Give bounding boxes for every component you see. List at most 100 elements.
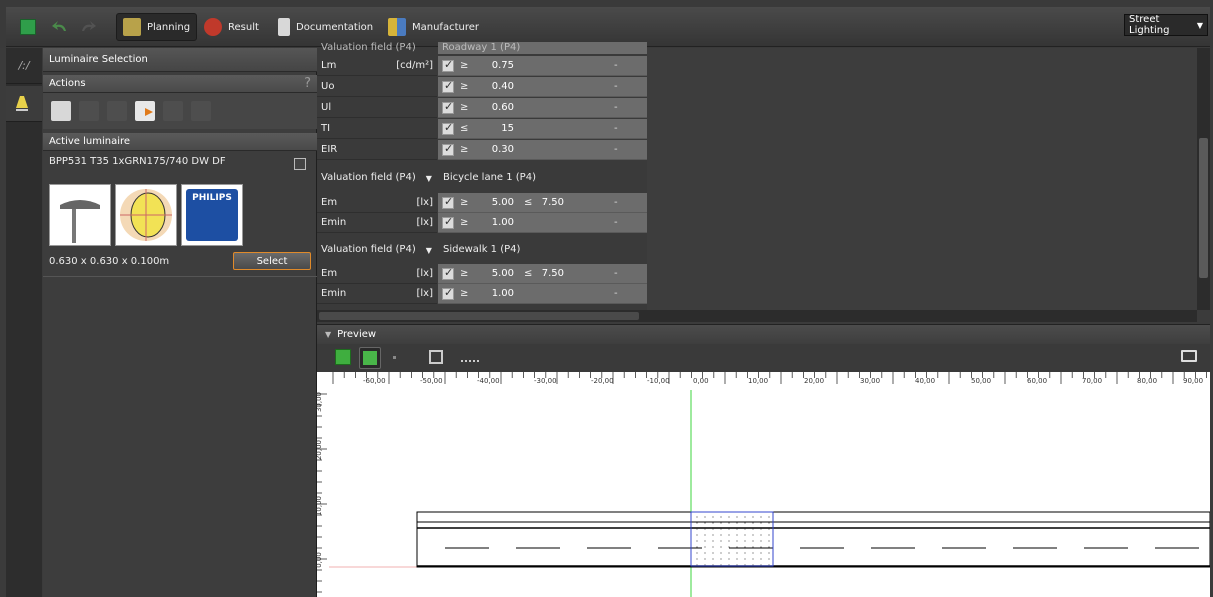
select-button[interactable]: Select	[233, 252, 311, 270]
dots-icon[interactable]	[107, 101, 127, 121]
calculation-point	[712, 534, 714, 536]
tab-manufacturer[interactable]: Manufacturer	[382, 13, 485, 41]
calculation-point	[712, 552, 714, 554]
luminaire-icon[interactable]	[6, 86, 42, 122]
calculation-point	[728, 540, 730, 542]
calculation-point	[696, 564, 698, 566]
ruler-x-label: 10,00	[748, 377, 769, 385]
manufacturer-icon	[388, 18, 406, 36]
calculation-point	[728, 558, 730, 560]
tab-documentation[interactable]: Documentation	[272, 13, 379, 41]
measure-icon[interactable]	[461, 350, 479, 362]
criterion-checkbox[interactable]	[442, 121, 454, 135]
ruler-x-label: -60,00	[363, 377, 386, 385]
criterion-checkbox[interactable]	[442, 266, 454, 280]
undo-icon[interactable]	[50, 19, 70, 35]
criterion-checkbox[interactable]	[442, 286, 454, 300]
calculation-point	[728, 528, 730, 530]
luminaire-name: BPP531 T35 1xGRN175/740 DW DF	[49, 156, 226, 167]
save-icon[interactable]	[20, 19, 36, 35]
luminaire-selection-panel: Luminaire Selection Actions ? Active lum…	[43, 48, 317, 597]
calculation-point	[752, 528, 754, 530]
ruler-x-label: 0,00	[693, 377, 709, 385]
chevron-down-icon[interactable]: ▼	[426, 246, 432, 255]
help-icon[interactable]: ?	[304, 76, 311, 91]
preview-header[interactable]: ▼ Preview	[317, 324, 1210, 344]
import-icon[interactable]	[135, 101, 155, 121]
ruler-x-label: 60,00	[1027, 377, 1048, 385]
preview-canvas[interactable]: -60,00 -50,00 -40,00 -30,00 -20,00 -10,0…	[315, 372, 1210, 597]
criterion-checkbox[interactable]	[442, 215, 454, 229]
calculation-point	[712, 528, 714, 530]
calculation-point	[760, 552, 762, 554]
calculation-point	[760, 546, 762, 548]
road-icon[interactable]: /:/	[6, 48, 42, 84]
valuation-field-name[interactable]: Sidewalk 1 (P4)	[443, 244, 520, 255]
calculation-point	[712, 558, 714, 560]
calculation-point	[728, 564, 730, 566]
calculation-point	[720, 528, 722, 530]
calculation-point	[736, 534, 738, 536]
chevron-down-icon[interactable]: ▼	[426, 174, 432, 183]
philips-logo[interactable]: PHILIPS	[181, 184, 243, 246]
calculation-point	[720, 546, 722, 548]
ruler-x-label: 90,00	[1183, 377, 1204, 385]
zoom-fit-icon[interactable]	[429, 350, 443, 364]
left-mode-strip: /:/	[6, 48, 42, 597]
delete-icon[interactable]	[191, 101, 211, 121]
active-luminaire-header: Active luminaire	[43, 133, 317, 151]
calculation-point	[760, 522, 762, 524]
add-icon[interactable]	[79, 101, 99, 121]
criterion-checkbox[interactable]	[442, 58, 454, 72]
grid-row-emin: Emin[lx] ≥ 1.00 -	[317, 213, 647, 233]
edit-icon[interactable]	[163, 101, 183, 121]
criterion-checkbox[interactable]	[442, 142, 454, 156]
ruler-x-label: 40,00	[915, 377, 936, 385]
calculation-point	[744, 540, 746, 542]
light-distribution-diagram[interactable]	[115, 184, 177, 246]
collapse-icon[interactable]: ▼	[325, 330, 331, 339]
list-icon[interactable]	[51, 101, 71, 121]
grid-row-em: Em[lx] ≥ 5.00 ≤ 7.50 -	[317, 264, 647, 284]
fullscreen-icon[interactable]	[1181, 350, 1197, 362]
3d-view-icon[interactable]	[335, 349, 351, 365]
tab-planning[interactable]: Planning	[116, 13, 198, 41]
tab-result[interactable]: Result	[198, 13, 265, 41]
calculation-point	[736, 522, 738, 524]
vertical-scrollbar[interactable]	[1197, 48, 1210, 310]
horizontal-scrollbar[interactable]	[317, 310, 1197, 322]
calculation-point	[752, 522, 754, 524]
valuation-field-name[interactable]: Bicycle lane 1 (P4)	[443, 172, 536, 183]
calculation-point	[696, 546, 698, 548]
calculation-point	[752, 558, 754, 560]
datasheet-icon[interactable]	[294, 158, 306, 170]
top-bar: Planning Result Documentation Manufactur…	[0, 0, 1213, 48]
ruler-y-label: 30,00	[315, 391, 324, 413]
criterion-checkbox[interactable]	[442, 79, 454, 93]
plan-view-button[interactable]	[359, 347, 381, 369]
calculation-point	[752, 540, 754, 542]
calculation-point	[728, 552, 730, 554]
calculation-point	[736, 564, 738, 566]
separator-dot	[393, 356, 396, 359]
ruler-x-label: 70,00	[1082, 377, 1103, 385]
grid-empty-area	[647, 48, 1197, 310]
calculation-point	[752, 564, 754, 566]
calculation-point	[760, 564, 762, 566]
criterion-checkbox[interactable]	[442, 100, 454, 114]
calculation-point	[704, 546, 706, 548]
ruler-x-label: 50,00	[971, 377, 992, 385]
road-outline	[416, 511, 1210, 568]
redo-icon[interactable]	[78, 19, 98, 35]
ruler-x-label: 20,00	[804, 377, 825, 385]
ruler-x: -60,00 -50,00 -40,00 -30,00 -20,00 -10,0…	[317, 372, 1210, 390]
calculation-point	[704, 516, 706, 518]
ruler-y: 30,00 20,00 10,00 0,00	[315, 372, 329, 597]
calculation-point	[696, 528, 698, 530]
ruler-y-label: 10,00	[315, 495, 324, 517]
scroll-thumb[interactable]	[1199, 138, 1208, 278]
mode-dropdown[interactable]: Street Lighting ▼	[1124, 14, 1208, 36]
criterion-checkbox[interactable]	[442, 195, 454, 209]
scroll-thumb[interactable]	[319, 312, 639, 320]
luminaire-photo[interactable]	[49, 184, 111, 246]
